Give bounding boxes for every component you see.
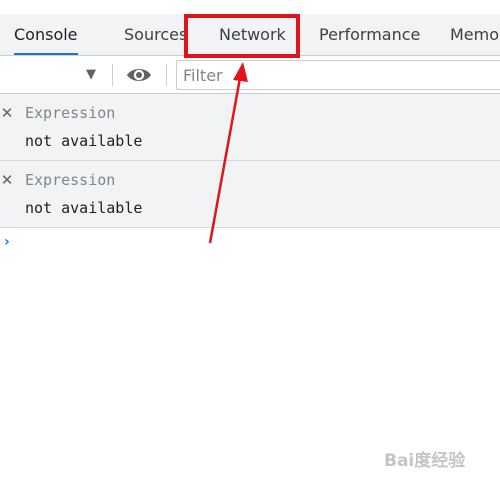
caret-down-icon: ▼ — [86, 67, 96, 82]
toolbar-divider — [112, 64, 113, 86]
live-expression-label[interactable]: Expression — [25, 171, 115, 189]
close-icon[interactable]: ✕ — [0, 173, 14, 188]
live-expression: ✕ Expression not available — [0, 94, 500, 161]
live-expression-value: not available — [25, 199, 143, 217]
live-expression-value: not available — [25, 132, 143, 150]
filter-input[interactable] — [176, 60, 500, 90]
context-selector[interactable]: ▼ — [0, 56, 108, 93]
console-prompt-icon: › — [4, 234, 10, 250]
annotation-highlight-box — [184, 14, 300, 58]
tab-console[interactable]: Console — [14, 14, 78, 55]
toolbar-divider — [166, 64, 167, 86]
live-expression: ✕ Expression not available — [0, 161, 500, 228]
tab-sources[interactable]: Sources — [124, 14, 187, 55]
watermark: Bai度经验 — [384, 451, 466, 471]
close-icon[interactable]: ✕ — [0, 106, 14, 121]
live-expression-label[interactable]: Expression — [25, 104, 115, 122]
create-live-expression-button[interactable] — [124, 62, 154, 88]
eye-icon — [127, 69, 151, 81]
tab-performance[interactable]: Performance — [319, 14, 420, 55]
console-input[interactable] — [18, 230, 498, 254]
console-toolbar: ▼ — [0, 56, 500, 94]
tab-memory[interactable]: Memo — [450, 14, 499, 55]
